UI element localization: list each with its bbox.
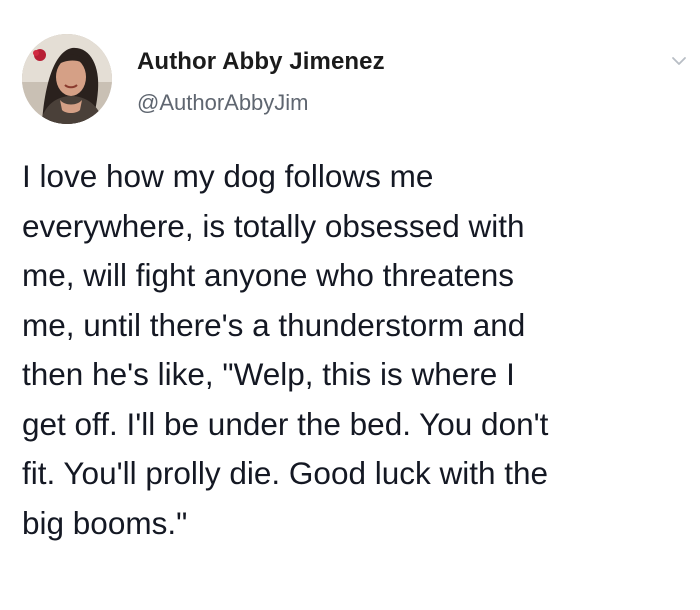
author-handle[interactable]: @AuthorAbbyJim <box>137 90 309 116</box>
avatar[interactable] <box>22 34 112 124</box>
tweet-text: I love how my dog follows me everywhere,… <box>22 158 549 541</box>
chevron-down-icon[interactable] <box>670 52 688 70</box>
tweet-card: Author Abby Jimenez @AuthorAbbyJim I lov… <box>0 0 700 610</box>
author-display-name[interactable]: Author Abby Jimenez <box>137 48 385 76</box>
avatar-photo <box>22 34 112 124</box>
tweet-header: Author Abby Jimenez @AuthorAbbyJim <box>22 34 688 126</box>
